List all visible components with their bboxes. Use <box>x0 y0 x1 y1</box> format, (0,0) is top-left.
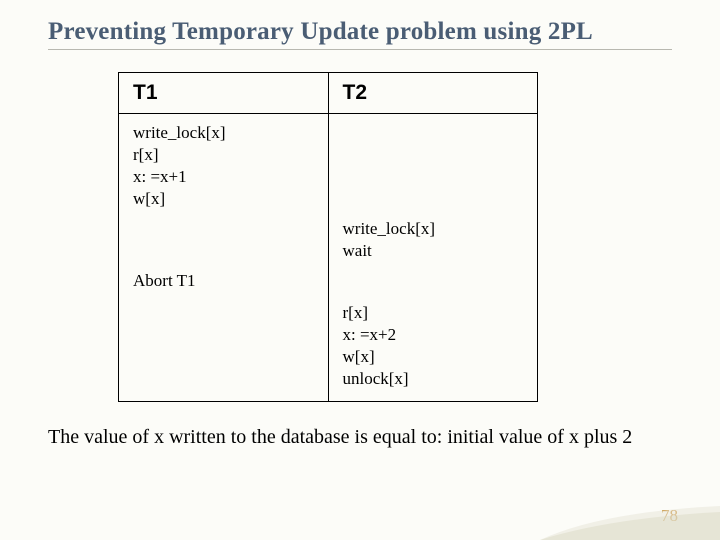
t1-ops-1: write_lock[x] r[x] x: =x+1 w[x] <box>133 122 314 210</box>
col-header-t2: T2 <box>328 73 538 114</box>
t2-ops-2: r[x] x: =x+2 w[x] unlock[x] <box>343 302 524 390</box>
page-number: 78 <box>661 506 678 526</box>
col-header-t1: T1 <box>119 73 329 114</box>
cell-t1: write_lock[x] r[x] x: =x+1 w[x] Abort T1 <box>119 114 329 402</box>
slide-title: Preventing Temporary Update problem usin… <box>48 18 672 50</box>
t1-abort: Abort T1 <box>133 270 314 292</box>
conclusion-text: The value of x written to the database i… <box>48 424 672 450</box>
t2-ops-1: write_lock[x] wait <box>343 218 524 262</box>
decorative-swoosh <box>540 504 720 540</box>
cell-t2: write_lock[x] wait r[x] x: =x+2 w[x] unl… <box>328 114 538 402</box>
transaction-table: T1 T2 write_lock[x] r[x] x: =x+1 w[x] Ab… <box>118 72 538 402</box>
